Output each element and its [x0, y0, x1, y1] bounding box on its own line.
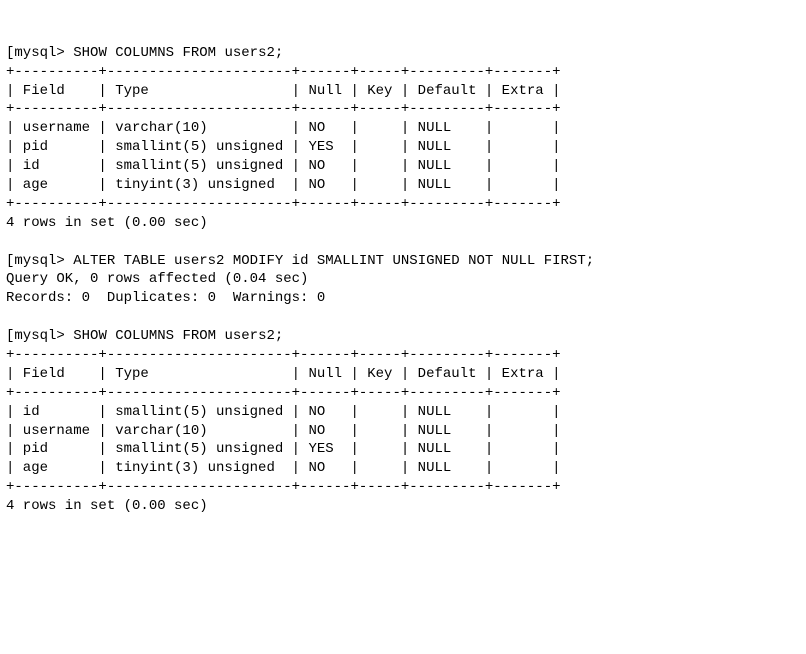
table-border: +----------+----------------------+-----… — [6, 347, 561, 363]
table-row: | username | varchar(10) | NO | | NULL |… — [6, 120, 561, 136]
query-records: Records: 0 Duplicates: 0 Warnings: 0 — [6, 290, 325, 306]
prompt-line-2[interactable]: [mysql> ALTER TABLE users2 MODIFY id SMA… — [6, 253, 594, 269]
table-header: | Field | Type | Null | Key | Default | … — [6, 366, 561, 382]
mysql-prompt: mysql> — [14, 328, 64, 344]
result-summary-partial: 4 rows in set (0.00 sec) — [6, 498, 208, 514]
table-row: | id | smallint(5) unsigned | NO | | NUL… — [6, 158, 561, 174]
table-border: +----------+----------------------+-----… — [6, 64, 561, 80]
table-row: | age | tinyint(3) unsigned | NO | | NUL… — [6, 460, 561, 476]
result-summary: 4 rows in set (0.00 sec) — [6, 215, 208, 231]
table-row: | id | smallint(5) unsigned | NO | | NUL… — [6, 404, 561, 420]
mysql-prompt: mysql> — [14, 253, 64, 269]
table-border: +----------+----------------------+-----… — [6, 101, 561, 117]
query-status: Query OK, 0 rows affected (0.04 sec) — [6, 271, 308, 287]
sql-command: SHOW COLUMNS FROM users2; — [73, 328, 283, 344]
table-row: | age | tinyint(3) unsigned | NO | | NUL… — [6, 177, 561, 193]
table-row: | username | varchar(10) | NO | | NULL |… — [6, 423, 561, 439]
sql-command: ALTER TABLE users2 MODIFY id SMALLINT UN… — [73, 253, 594, 269]
table-border: +----------+----------------------+-----… — [6, 196, 561, 212]
table-row: | pid | smallint(5) unsigned | YES | | N… — [6, 441, 561, 457]
table-border: +----------+----------------------+-----… — [6, 479, 561, 495]
terminal-output: [mysql> SHOW COLUMNS FROM users2; +-----… — [6, 25, 800, 516]
prompt-line-3[interactable]: [mysql> SHOW COLUMNS FROM users2; — [6, 328, 283, 344]
mysql-prompt: mysql> — [14, 45, 64, 61]
prompt-line-1[interactable]: [mysql> SHOW COLUMNS FROM users2; — [6, 45, 283, 61]
sql-command: SHOW COLUMNS FROM users2; — [73, 45, 283, 61]
table-border: +----------+----------------------+-----… — [6, 385, 561, 401]
table-row: | pid | smallint(5) unsigned | YES | | N… — [6, 139, 561, 155]
table-header: | Field | Type | Null | Key | Default | … — [6, 83, 561, 99]
